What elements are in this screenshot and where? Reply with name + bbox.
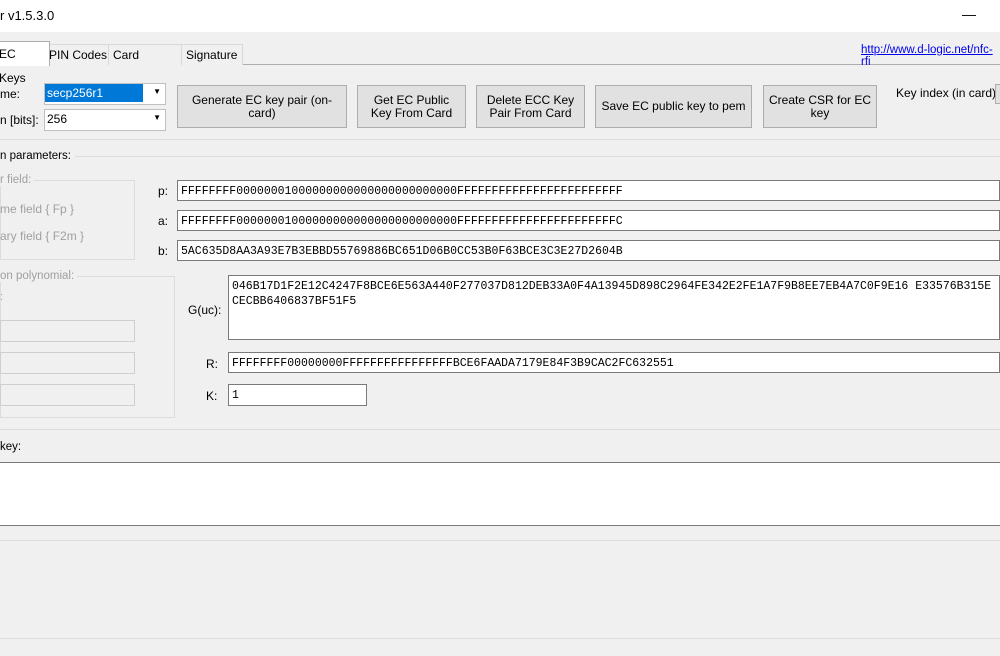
curve-name-value: secp256r1 [45,84,143,102]
tab-signature[interactable]: Signature [181,44,243,65]
a-label: a: [158,214,169,228]
title-bar [0,0,1000,32]
minimize-button[interactable]: — [962,6,976,22]
p-input[interactable]: FFFFFFFF00000001000000000000000000000000… [177,180,1000,201]
status-bar [0,638,1000,656]
save-pem-button[interactable]: Save EC public key to pem [595,85,752,128]
r-label: R: [206,357,218,371]
r-input[interactable]: FFFFFFFF00000000FFFFFFFFFFFFFFFFBCE6FAAD… [228,352,1000,373]
public-key-title: key: [0,441,25,453]
key-index-label: Key index (in card): [896,86,1000,100]
chevron-down-icon: ▼ [153,87,161,96]
separator [0,540,1000,541]
tab-card-objects[interactable]: Card Objects [108,44,188,82]
g-label: G(uc): [188,303,222,317]
domain-params-title: n parameters: [0,150,75,162]
b-input[interactable]: 5AC635D8AA3A93E7B3EBBD55769886BC651D06B0… [177,240,1000,261]
group-border [0,156,1000,157]
reduction-k1-input[interactable] [0,320,135,342]
p-label: p: [158,184,169,198]
get-public-key-button[interactable]: Get EC Public Key From Card [357,85,466,128]
create-csr-button[interactable]: Create CSR for EC key [763,85,877,128]
b-label: b: [158,244,169,258]
public-key-textarea[interactable] [0,462,1000,526]
key-index-input[interactable] [995,84,1000,104]
reduction-k2-input[interactable] [0,352,135,374]
key-size-label: n [bits]: [0,113,39,127]
tab-ec-keys[interactable]: EC Keys [0,41,50,85]
k-input[interactable]: 1 [228,384,367,406]
prime-field-radio[interactable]: me field { Fp } [0,202,74,216]
key-size-select[interactable]: 256 ▼ [44,109,166,131]
tab-pin-codes[interactable]: PIN Codes [44,44,114,65]
reduction-glyph: : [0,291,4,303]
g-textarea[interactable]: 046B17D1F2E12C4247F8BCE6E563A440F277037D… [228,275,1000,340]
delete-key-pair-button[interactable]: Delete ECC Key Pair From Card [476,85,585,128]
separator [0,139,1000,140]
reduction-group-title: on polynomial: [0,270,78,282]
reduction-k3-input[interactable] [0,384,135,406]
binary-field-radio[interactable]: ary field { F2m } [0,229,84,243]
curve-name-select[interactable]: secp256r1 ▼ [44,83,166,105]
window-title: r v1.5.3.0 [0,8,55,23]
key-size-value: 256 [47,112,68,126]
a-input[interactable]: FFFFFFFF00000001000000000000000000000000… [177,210,1000,231]
generate-key-pair-button[interactable]: Generate EC key pair (on-card) [177,85,347,128]
field-group-title: r field: [0,174,35,186]
separator [0,429,1000,430]
field-group [0,180,135,260]
k-label: K: [206,389,218,403]
chevron-down-icon: ▼ [153,113,161,122]
